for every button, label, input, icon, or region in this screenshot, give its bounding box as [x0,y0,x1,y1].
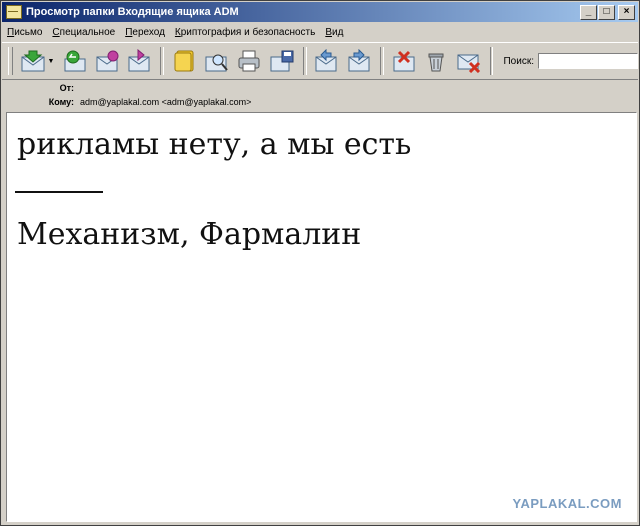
from-row: От: [2,81,80,95]
reply-icon [64,50,86,72]
save-icon [270,50,294,72]
to-value[interactable]: adm@yaplakal.com <adm@yaplakal.com> [80,97,251,107]
find-button[interactable] [203,47,231,75]
menu-view[interactable]: Вид [320,27,348,38]
delete-icon [428,53,444,72]
from-label: От: [59,83,74,93]
print-button[interactable] [235,47,263,75]
divider-line [15,191,103,193]
menu-special[interactable]: Специальное [47,27,120,38]
to-label: Кому: [48,97,74,107]
title-bar[interactable]: Просмотр папки Входящие ящика ADM _ □ × [2,2,638,22]
close-button[interactable]: × [618,4,635,20]
toolbar-separator [379,47,384,75]
toolbar: ▼ Поиск: [2,42,638,80]
message-line-2: Механизм, Фармалин [17,217,362,252]
reply-all-button[interactable] [93,47,121,75]
menu-bar: Письмо Специальное Переход Криптография … [2,23,638,41]
mail-app-icon [6,5,22,19]
address-book-icon [174,50,194,72]
address-book-button[interactable] [170,47,198,75]
forward-button[interactable] [126,47,154,75]
message-headers: От: Кому: adm@yaplakal.com <adm@yaplakal… [2,81,638,111]
minimize-button[interactable]: _ [580,4,597,20]
delete-message-button[interactable] [455,47,483,75]
get-mail-dropdown-icon[interactable]: ▼ [48,58,55,65]
toolbar-separator [160,47,165,75]
window-title: Просмотр папки Входящие ящика ADM [26,6,239,18]
watermark: YAPLAKAL.COM [512,496,622,511]
next-button[interactable] [345,47,373,75]
find-icon [205,54,228,72]
menu-go[interactable]: Переход [120,27,170,38]
save-button[interactable] [268,47,296,75]
mark-junk-icon [393,50,415,72]
previous-icon [315,49,337,72]
toolbar-separator [302,47,307,75]
previous-button[interactable] [313,47,341,75]
get-mail-icon [21,50,45,72]
window-controls: _ □ × [580,4,635,20]
message-body[interactable]: рикламы нету, а мы есть Механизм, Фармал… [6,112,637,522]
delete-button[interactable] [422,47,450,75]
to-row: Кому: adm@yaplakal.com <adm@yaplakal.com… [2,95,252,109]
maximize-button[interactable]: □ [598,4,615,20]
toolbar-separator [489,47,494,75]
forward-icon [128,49,150,72]
menu-message[interactable]: Письмо [2,27,47,38]
next-icon [348,49,370,72]
menu-security[interactable]: Криптография и безопасность [170,27,320,38]
reply-all-icon [96,50,119,72]
message-line-1: рикламы нету, а мы есть [17,127,412,162]
get-mail-button[interactable] [19,47,47,75]
toolbar-grip[interactable] [8,47,13,75]
app-window: Просмотр папки Входящие ящика ADM _ □ × … [0,0,640,526]
delete-message-icon [457,54,480,73]
reply-button[interactable] [60,47,88,75]
print-icon [238,50,260,72]
search-label: Поиск: [503,55,534,67]
mark-junk-button[interactable] [390,47,418,75]
search-input[interactable] [537,53,638,69]
